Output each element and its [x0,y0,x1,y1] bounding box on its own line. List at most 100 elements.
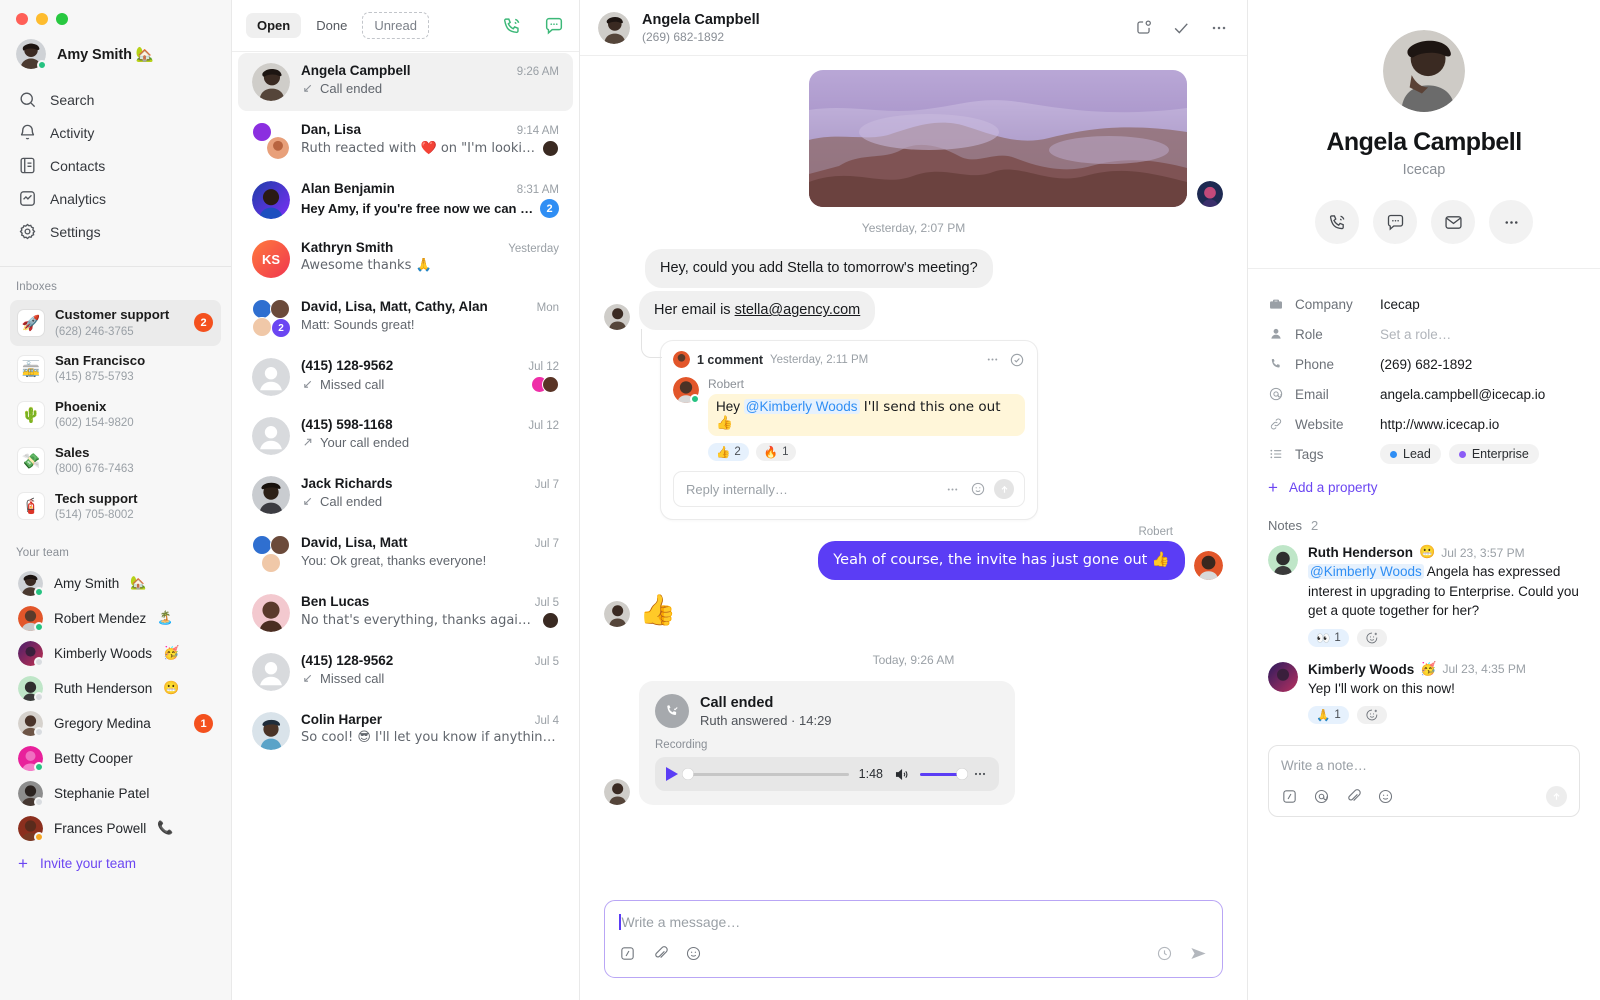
sidebar-item-contacts[interactable]: Contacts [10,149,221,182]
tag-enterprise[interactable]: Enterprise [1448,444,1539,464]
note-composer[interactable]: Write a note… [1268,745,1580,818]
playback-knob[interactable] [682,768,694,780]
minimize-window-button[interactable] [36,13,48,25]
add-reaction-icon [1366,632,1377,644]
more-icon[interactable] [985,352,1000,367]
property-row-phone[interactable]: Phone (269) 682-1892 [1268,349,1580,379]
call-button[interactable] [1315,200,1359,244]
sidebar-item-activity[interactable]: Activity [10,116,221,149]
inbox-item-customer-support[interactable]: 🚀 Customer support (628) 246-3765 2 [10,300,221,346]
inbox-item-tech-support[interactable]: 🧯 Tech support (514) 705-8002 [10,484,221,530]
volume-slider[interactable] [920,768,968,780]
emoji-icon[interactable] [685,945,702,962]
team-member-kimberly-woods[interactable]: Kimberly Woods 🥳 [10,636,221,671]
sidebar-item-settings[interactable]: Settings [10,215,221,248]
mention-chip[interactable]: @Kimberly Woods [1308,564,1424,579]
conversation-item-dan-lisa[interactable]: Dan, Lisa 9:14 AM Ruth reacted with ❤️ o… [238,112,573,170]
volume-knob[interactable] [956,768,968,780]
more-icon[interactable] [945,482,960,497]
mention-chip[interactable]: @Kimberly Woods [743,399,860,415]
current-user[interactable]: Amy Smith 🏡 [0,25,231,81]
team-member-ruth-henderson[interactable]: Ruth Henderson 😬 [10,671,221,706]
emoji-icon[interactable] [970,481,986,497]
schedule-icon[interactable] [1156,945,1173,962]
volume-icon[interactable] [893,766,910,783]
reaction-pill[interactable]: 🔥 1 [755,443,797,462]
conversation-item-jack-richards[interactable]: Jack Richards Jul 7 Call ended [238,466,573,524]
reaction-pill[interactable]: 👍 2 [708,443,749,462]
reaction-pill[interactable]: 👀 1 [1308,628,1349,647]
conversation-item-alan-benjamin[interactable]: Alan Benjamin 8:31 AM Hey Amy, if you're… [238,171,573,229]
property-row-website[interactable]: Website http://www.icecap.io [1268,409,1580,439]
reply-internally-input[interactable]: Reply internally… [673,471,1025,508]
team-member-betty-cooper[interactable]: Betty Cooper [10,741,221,776]
snooze-icon[interactable] [1134,18,1153,37]
inbox-item-san-francisco[interactable]: 🚋 San Francisco (415) 875-5793 [10,346,221,392]
check-icon[interactable] [1171,18,1191,38]
new-message-icon[interactable] [543,15,565,37]
new-call-icon[interactable] [501,15,523,37]
attachment-icon[interactable] [1345,788,1362,805]
avatar [252,476,290,514]
add-property-button[interactable]: + Add a property [1268,479,1580,496]
tag-lead[interactable]: Lead [1380,444,1441,464]
inbox-item-sales[interactable]: 💸 Sales (800) 676-7463 [10,438,221,484]
snippet-icon[interactable] [1281,788,1298,805]
conversation-item-david-lisa-matt[interactable]: David, Lisa, Matt Jul 7 You: Ok great, t… [238,525,573,583]
conversation-time: 9:14 AM [516,125,559,137]
filter-open[interactable]: Open [246,13,302,38]
property-row-tags[interactable]: Tags Lead Enterprise [1268,439,1580,469]
property-row-email[interactable]: Email angela.campbell@icecap.io [1268,379,1580,409]
property-row-role[interactable]: Role Set a role… [1268,319,1580,349]
team-member-amy-smith[interactable]: Amy Smith 🏡 [10,566,221,601]
conversation-item-kathryn-smith[interactable]: KS Kathryn Smith Yesterday Awesome thank… [238,230,573,288]
filter-unread[interactable]: Unread [362,12,429,39]
mention-icon[interactable] [1313,788,1330,805]
reaction-pill[interactable]: 🙏 1 [1308,706,1349,725]
close-window-button[interactable] [16,13,28,25]
sidebar-item-search[interactable]: Search [10,83,221,116]
message-button[interactable] [1373,200,1417,244]
add-reaction-button[interactable] [1356,628,1387,647]
filter-done[interactable]: Done [305,13,358,38]
more-icon[interactable] [972,766,988,782]
send-icon[interactable] [1189,944,1208,963]
email-button[interactable] [1431,200,1475,244]
conversation-item-415-598-1168[interactable]: (415) 598-1168 Jul 12 Your call ended [238,407,573,465]
team-member-stephanie-patel[interactable]: Stephanie Patel [10,776,221,811]
add-reaction-button[interactable] [1356,706,1387,725]
play-icon[interactable] [666,767,678,782]
team-member-frances-powell[interactable]: Frances Powell 📞 [10,811,221,846]
snippet-icon[interactable] [619,945,636,962]
more-icon[interactable] [1209,18,1229,38]
conversation-item-angela-campbell[interactable]: Angela Campbell 9:26 AM Call ended [238,53,573,111]
send-icon[interactable] [994,479,1014,500]
conversation-item-ben-lucas[interactable]: Ben Lucas Jul 5 No that's everything, th… [238,584,573,642]
resolve-check-icon[interactable] [1009,352,1025,368]
conversation-item-colin-harper[interactable]: Colin Harper Jul 4 So cool! 😎 I'll let y… [238,702,573,760]
maximize-window-button[interactable] [56,13,68,25]
inbox-item-phoenix[interactable]: 🌵 Phoenix (602) 154-9820 [10,392,221,438]
team-member-robert-mendez[interactable]: Robert Mendez 🏝️ [10,601,221,636]
invite-your-team-button[interactable]: + Invite your team [0,846,231,881]
conversation-items[interactable]: Angela Campbell 9:26 AM Call ended Dan, … [232,52,579,1000]
conversation-time: Jul 7 [534,538,559,550]
avatar [673,377,700,405]
property-row-company[interactable]: Company Icecap [1268,289,1580,319]
attachment-icon[interactable] [652,945,669,962]
send-note-button[interactable] [1546,786,1567,808]
email-link[interactable]: stella@agency.com [735,302,861,318]
conversation-item-david-lisa-matt-cathy-alan[interactable]: 2 David, Lisa, Matt, Cathy, Alan Mon Mat… [238,289,573,347]
emoji-icon[interactable] [1377,788,1394,805]
team-member-gregory-medina[interactable]: Gregory Medina 1 [10,706,221,741]
avatar[interactable] [598,11,630,44]
conversation-thread: Angela Campbell (269) 682-1892 Yesterday… [580,0,1248,1000]
conversation-item-415-128-9562-a[interactable]: (415) 128-9562 Jul 12 Missed call [238,348,573,406]
recording-player[interactable]: 1:48 [655,757,999,792]
message-composer[interactable]: Write a message… [604,900,1223,978]
conversation-item-415-128-9562-b[interactable]: (415) 128-9562 Jul 5 Missed call [238,643,573,701]
playback-progress-slider[interactable] [682,768,849,780]
message-image-attachment[interactable] [809,70,1187,208]
sidebar-item-analytics[interactable]: Analytics [10,182,221,215]
more-actions-button[interactable] [1489,200,1533,244]
